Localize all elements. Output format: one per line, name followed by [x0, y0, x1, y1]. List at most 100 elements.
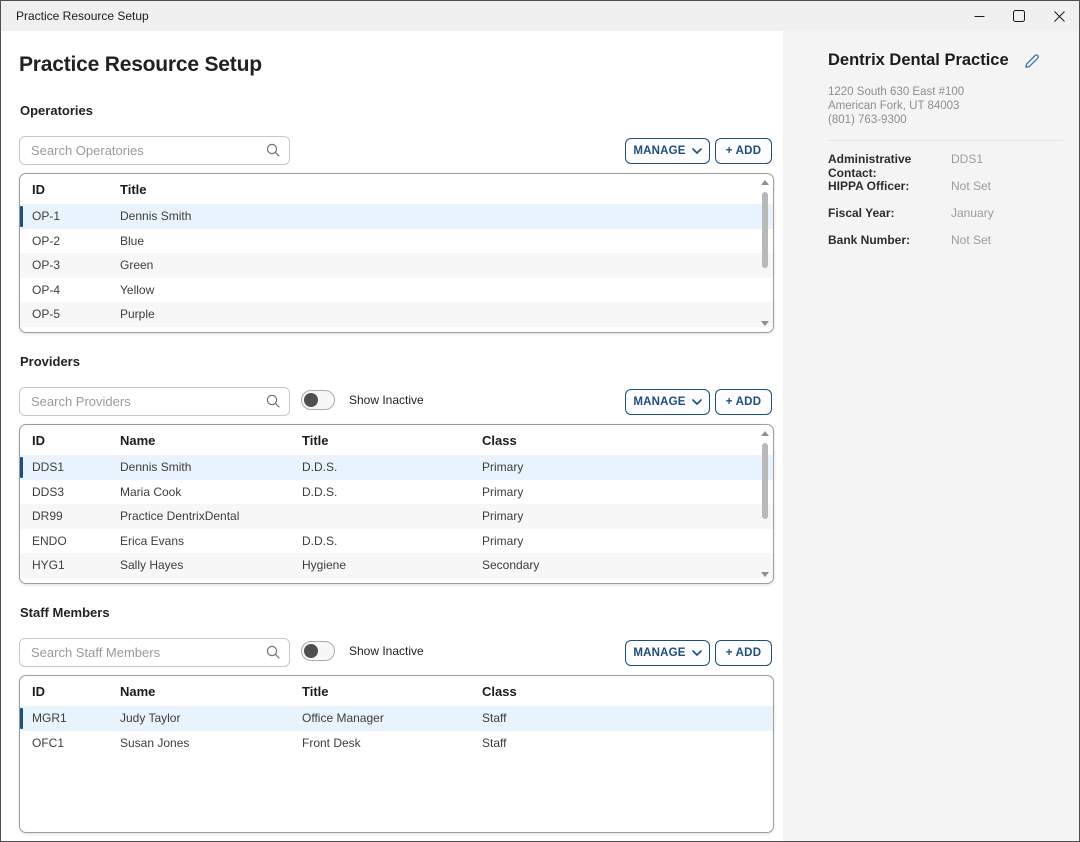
table-row[interactable]: ENDOErica EvansD.D.S.Primary [20, 529, 773, 554]
window-title: Practice Resource Setup [1, 9, 959, 23]
column-header-title: Title [302, 684, 482, 699]
column-header-name: Name [120, 684, 302, 699]
manage-button-label: MANAGE [633, 647, 685, 659]
table-cell-class: Staff [482, 711, 757, 725]
table-row[interactable]: OP-6Orange [20, 327, 773, 334]
toggle-knob [304, 393, 318, 407]
providers-search-input[interactable] [19, 387, 290, 416]
table-cell-id: OFC1 [32, 736, 120, 750]
table-cell-title: D.D.S. [302, 534, 482, 548]
table-row[interactable]: OP-4Yellow [20, 278, 773, 303]
providers-table-body: DDS1Dennis SmithD.D.S.PrimaryDDS3Maria C… [20, 455, 773, 584]
table-cell-class: Staff [482, 736, 757, 750]
providers-section-label: Providers [20, 354, 80, 369]
edit-pencil-icon[interactable] [1023, 52, 1041, 70]
close-button[interactable] [1039, 1, 1079, 31]
operatories-manage-button[interactable]: MANAGE [625, 138, 710, 164]
staff-show-inactive-label: Show Inactive [349, 641, 424, 661]
table-cell-class: Primary [482, 485, 757, 499]
column-header-class: Class [482, 433, 757, 448]
staff-table-body: MGR1Judy TaylorOffice ManagerStaffOFC1Su… [20, 706, 773, 755]
main-panel: Practice Resource Setup Operatories MANA… [1, 31, 783, 841]
table-cell-title: D.D.S. [302, 460, 482, 474]
table-cell-title: Orange [120, 332, 757, 333]
scroll-up-icon[interactable] [761, 431, 769, 436]
table-row[interactable]: DDS3Maria CookD.D.S.Primary [20, 480, 773, 505]
maximize-icon [1013, 10, 1025, 22]
providers-searchbox [19, 387, 290, 416]
table-cell-id: DR99 [32, 509, 120, 523]
table-cell-class: Primary [482, 509, 757, 523]
table-row[interactable]: DDS1Dennis SmithD.D.S.Primary [20, 455, 773, 480]
table-cell-title: D.D.S. [302, 485, 482, 499]
add-button-label: + ADD [726, 396, 761, 408]
operatories-table-header: ID Title [20, 174, 773, 204]
table-row[interactable]: DR99Practice DentrixDentalPrimary [20, 504, 773, 529]
table-row[interactable]: OP-1Dennis Smith [20, 204, 773, 229]
providers-table: ID Name Title Class DDS1Dennis SmithD.D.… [19, 424, 774, 584]
detail-value: Not Set [951, 233, 1069, 247]
providers-scrollbar[interactable] [759, 427, 771, 581]
providers-table-header: ID Name Title Class [20, 425, 773, 455]
table-cell-name: Judy Taylor [120, 711, 302, 725]
practice-name: Dentrix Dental Practice [828, 51, 1009, 70]
table-cell-name: Maria Cook [120, 485, 302, 499]
column-header-title: Title [302, 433, 482, 448]
table-cell-class: Primary [482, 583, 757, 584]
providers-show-inactive-toggle[interactable] [301, 390, 335, 410]
table-cell-name: Dennis Smith [120, 460, 302, 474]
table-row[interactable]: OFC1Susan JonesFront DeskStaff [20, 731, 773, 756]
detail-label: Bank Number: [828, 233, 951, 247]
table-cell-id: OP-2 [32, 234, 120, 248]
table-row[interactable]: OP-5Purple [20, 302, 773, 327]
search-icon [266, 394, 280, 408]
detail-row-fiscal-year: Fiscal Year: January [828, 206, 1069, 233]
add-button-label: + ADD [726, 145, 761, 157]
minimize-button[interactable] [959, 1, 999, 31]
scrollbar-thumb[interactable] [762, 443, 768, 519]
table-row[interactable]: HYG1Sally HayesHygieneSecondary [20, 553, 773, 578]
maximize-button[interactable] [999, 1, 1039, 31]
practice-info-sidebar: Dentrix Dental Practice 1220 South 630 E… [783, 31, 1079, 841]
operatories-table: ID Title OP-1Dennis SmithOP-2BlueOP-3Gre… [19, 173, 774, 333]
staff-manage-button[interactable]: MANAGE [625, 640, 710, 666]
operatories-table-body: OP-1Dennis SmithOP-2BlueOP-3GreenOP-4Yel… [20, 204, 773, 333]
column-header-id: ID [32, 433, 120, 448]
staff-show-inactive-toggle[interactable] [301, 641, 335, 661]
minimize-icon [974, 11, 985, 22]
table-row[interactable]: OP-3Green [20, 253, 773, 278]
table-cell-title: Yellow [120, 283, 757, 297]
column-header-class: Class [482, 684, 757, 699]
detail-label: HIPPA Officer: [828, 179, 951, 193]
table-cell-title: Dennis Smith [120, 209, 757, 223]
table-cell-title: Green [120, 258, 757, 272]
table-row[interactable]: ORTHOscar OliversonPrimary [20, 578, 773, 585]
operatories-add-button[interactable]: + ADD [715, 138, 772, 164]
table-cell-id: OP-5 [32, 307, 120, 321]
providers-add-button[interactable]: + ADD [715, 389, 772, 415]
table-cell-title: Office Manager [302, 711, 482, 725]
table-row[interactable]: MGR1Judy TaylorOffice ManagerStaff [20, 706, 773, 731]
staff-add-button[interactable]: + ADD [715, 640, 772, 666]
staff-section-label: Staff Members [20, 605, 110, 620]
scroll-down-icon[interactable] [761, 321, 769, 326]
table-cell-id: OP-4 [32, 283, 120, 297]
scroll-up-icon[interactable] [761, 180, 769, 185]
operatories-scrollbar[interactable] [759, 176, 771, 330]
table-row[interactable]: OP-2Blue [20, 229, 773, 254]
manage-button-label: MANAGE [633, 396, 685, 408]
staff-search-input[interactable] [19, 638, 290, 667]
column-header-id: ID [32, 182, 120, 197]
operatories-search-input[interactable] [19, 136, 290, 165]
table-cell-name: Oscar Oliverson [120, 583, 302, 584]
table-cell-name: Erica Evans [120, 534, 302, 548]
detail-value: Not Set [951, 179, 1069, 193]
scroll-down-icon[interactable] [761, 572, 769, 577]
table-cell-id: OP-1 [32, 209, 120, 223]
chevron-down-icon [692, 148, 702, 154]
detail-label: Administrative Contact: [828, 152, 951, 180]
providers-manage-button[interactable]: MANAGE [625, 389, 710, 415]
scrollbar-thumb[interactable] [762, 192, 768, 268]
toggle-knob [304, 644, 318, 658]
manage-button-label: MANAGE [633, 145, 685, 157]
